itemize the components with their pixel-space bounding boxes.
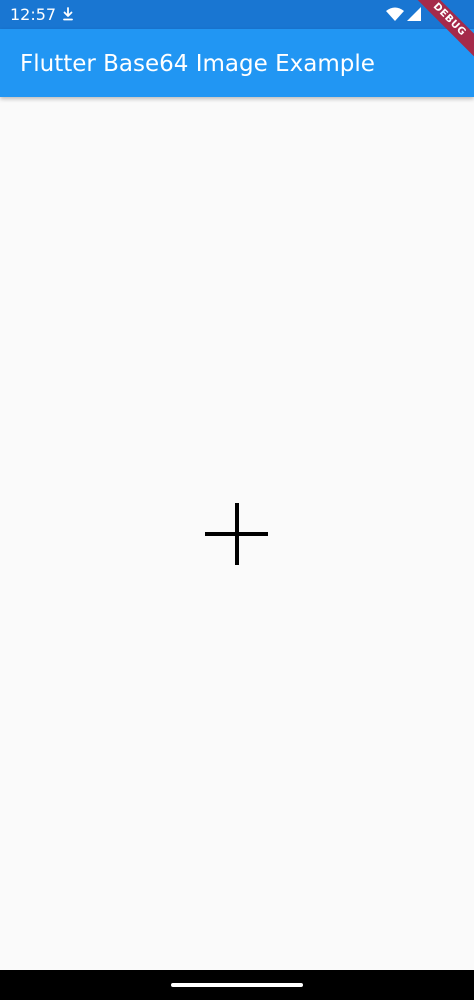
app-title: Flutter Base64 Image Example (20, 51, 375, 77)
plus-icon (205, 503, 268, 565)
app-bar: Flutter Base64 Image Example (0, 29, 474, 97)
wifi-icon (386, 7, 404, 21)
status-bar: 12:57 (0, 0, 474, 29)
signal-icon (407, 7, 421, 21)
download-icon (63, 7, 73, 21)
navigation-bar (0, 970, 474, 1000)
app-screen: 12:57 Flutter Base64 Image Example DEBUG (0, 0, 474, 1000)
status-time: 12:57 (10, 5, 57, 24)
home-indicator[interactable] (171, 983, 303, 987)
